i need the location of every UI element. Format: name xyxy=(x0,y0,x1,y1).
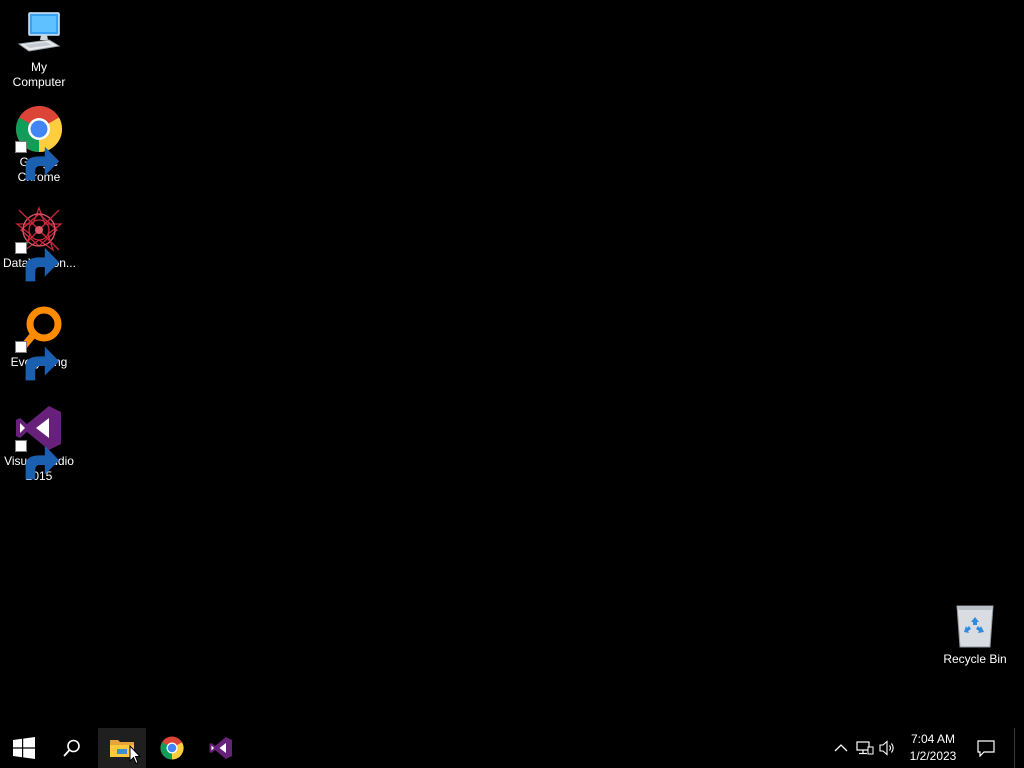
shortcut-arrow-icon xyxy=(15,141,60,181)
visual-studio-icon xyxy=(15,404,63,480)
desktop-icon-recycle-bin[interactable]: Recycle Bin xyxy=(937,602,1013,667)
action-center-button[interactable] xyxy=(968,728,1004,768)
shortcut-arrow-icon xyxy=(15,242,60,282)
desktop-icon-datawagon[interactable]: DataWagon... xyxy=(1,206,77,282)
clock-time: 7:04 AM xyxy=(910,732,956,746)
desktop-icon-google-chrome[interactable]: Google Chrome xyxy=(1,105,77,185)
desktop-icon-label: Recycle Bin xyxy=(943,652,1007,666)
windows-logo-icon xyxy=(13,737,35,759)
shortcut-arrow-icon xyxy=(15,440,60,480)
desktop-icon-label: My Computer xyxy=(12,60,66,89)
computer-icon xyxy=(15,10,63,58)
volume-icon xyxy=(879,740,894,756)
chevron-up-icon xyxy=(834,744,848,752)
recycle-bin-icon xyxy=(951,602,999,650)
visual-studio-icon xyxy=(209,737,232,759)
show-desktop-button[interactable] xyxy=(1014,728,1024,768)
everything-search-icon xyxy=(15,305,63,381)
taskbar-clock[interactable]: 7:04 AM 1/2/2023 xyxy=(898,728,968,768)
notification-icon xyxy=(977,739,995,757)
taskbar: 7:04 AM 1/2/2023 xyxy=(0,728,1024,768)
desktop[interactable]: My Computer Google Chrome xyxy=(0,0,1024,728)
chrome-icon xyxy=(160,736,184,760)
mouse-cursor-icon xyxy=(129,745,141,765)
shortcut-arrow-icon xyxy=(15,341,60,381)
start-button[interactable] xyxy=(0,728,48,768)
show-hidden-icons-button[interactable] xyxy=(829,728,853,768)
clock-date: 1/2/2023 xyxy=(909,749,957,763)
datawagon-icon xyxy=(15,206,63,282)
taskbar-visual-studio-button[interactable] xyxy=(197,728,245,768)
search-button[interactable] xyxy=(48,728,96,768)
search-icon xyxy=(63,739,80,757)
volume-button[interactable] xyxy=(876,728,900,768)
desktop-icon-visual-studio-2015[interactable]: Visual Studio 2015 xyxy=(1,404,77,484)
taskbar-chrome-button[interactable] xyxy=(148,728,196,768)
chrome-icon xyxy=(15,105,63,181)
desktop-icon-everything[interactable]: Everything xyxy=(1,305,77,381)
network-button[interactable] xyxy=(853,728,877,768)
desktop-icon-my-computer[interactable]: My Computer xyxy=(1,10,77,90)
network-icon xyxy=(856,741,874,755)
